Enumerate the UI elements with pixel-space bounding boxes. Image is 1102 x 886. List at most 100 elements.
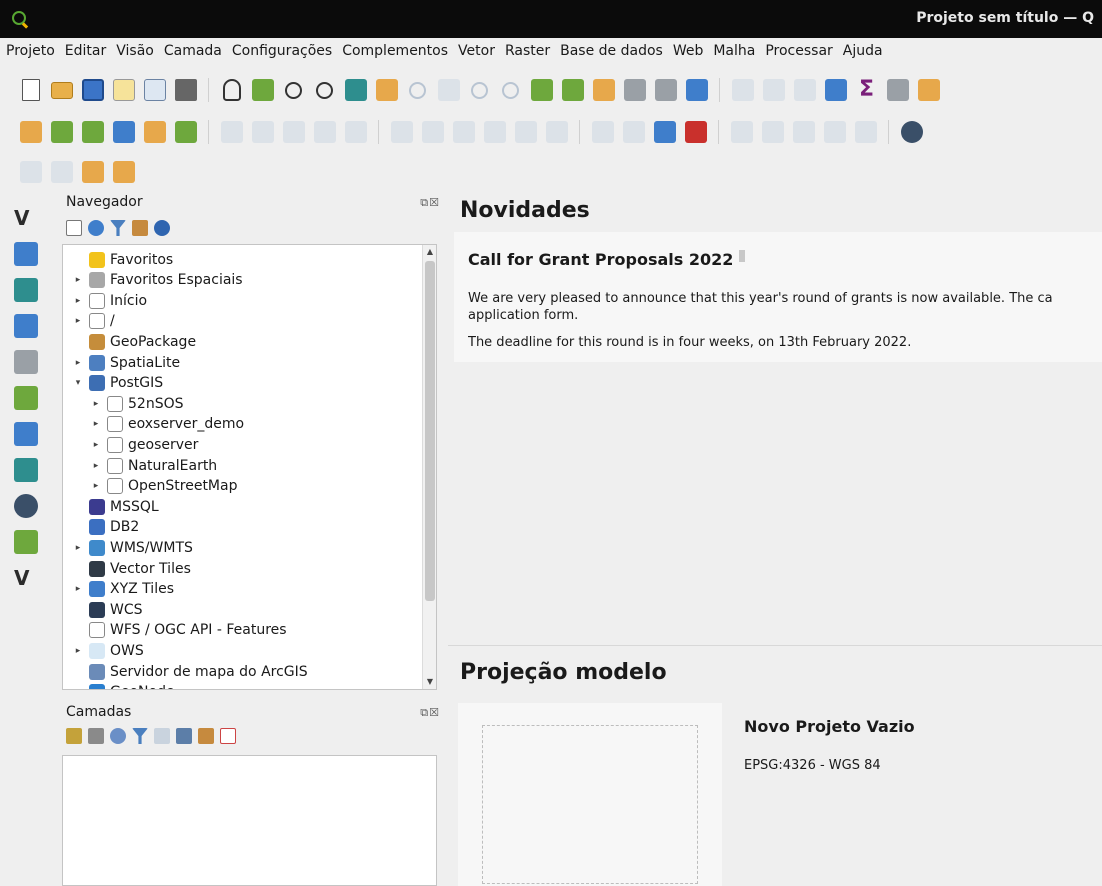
save-edits-button[interactable] [281,120,306,145]
zoom-native-button[interactable] [436,78,461,103]
menu-camada[interactable]: Camada [164,43,222,59]
bookmark-button[interactable] [591,78,616,103]
browser-item[interactable]: ▾ PostGIS [71,373,163,394]
browser-item[interactable]: ▸ geoserver [89,434,198,455]
menu-editar[interactable]: Editar [65,43,106,59]
show-bookmarks-button[interactable] [622,78,647,103]
menu-complementos[interactable]: Complementos [342,43,448,59]
menu-web[interactable]: Web [673,43,704,59]
browser-item[interactable]: Vector Tiles [71,558,191,579]
select-value-button[interactable] [49,160,74,185]
add-wms-button[interactable] [14,458,42,488]
browser-item[interactable]: ▸ OWS [71,640,144,661]
new-map-view-button[interactable] [529,78,554,103]
zoom-last-button[interactable] [467,78,492,103]
add-raster-layer-button[interactable] [14,242,42,272]
new-project-button[interactable] [18,78,43,103]
menu-vetor[interactable]: Vetor [458,43,495,59]
template-card[interactable] [458,703,722,886]
pan-hand-button[interactable] [219,78,244,103]
add-selected-layers-icon[interactable] [66,220,82,236]
new-virtual-layer-button[interactable] [173,120,198,145]
sigma-button[interactable]: Σ [854,78,879,103]
browser-item[interactable]: ▸ Início [71,290,147,311]
expand-arrow-icon[interactable]: ▸ [71,275,85,285]
browser-item[interactable]: ▸ eoxserver_demo [89,414,244,435]
label-show-hide-button[interactable] [822,120,847,145]
toggle-editing-button[interactable] [250,120,275,145]
layers-tree[interactable] [62,755,437,886]
zoom-next-button[interactable] [498,78,523,103]
copy-features-button[interactable] [451,120,476,145]
browser-item[interactable]: WCS [71,599,143,620]
cut-features-button[interactable] [420,120,445,145]
scroll-down-arrow-icon[interactable]: ▼ [423,675,436,689]
filter-legend-icon[interactable] [132,728,148,744]
expand-arrow-icon[interactable]: ▸ [71,543,85,553]
label-pin-button[interactable] [621,120,646,145]
label-move-button[interactable] [729,120,754,145]
current-edits-button[interactable] [219,120,244,145]
open-project-button[interactable] [49,78,74,103]
new-3d-view-button[interactable] [560,78,585,103]
info-icon[interactable] [154,220,170,236]
statistics-button[interactable] [792,78,817,103]
new-spatialite-layer-button[interactable] [111,120,136,145]
zoom-to-layer-button[interactable] [405,78,430,103]
browser-item[interactable]: ▸ SpatiaLite [71,352,180,373]
delete-selected-button[interactable] [389,120,414,145]
browser-item[interactable]: ▾ GeoNode [71,682,175,689]
layers-float-close-icon[interactable]: ⧉☒ [410,706,440,722]
browser-item[interactable]: ▸ Favoritos Espaciais [71,270,243,291]
add-vector-layer-button[interactable]: V [14,206,42,236]
browser-item[interactable]: DB2 [71,517,139,538]
attribute-table-button[interactable] [761,78,786,103]
menu-configurações[interactable]: Configurações [232,43,332,59]
add-wfs-button[interactable] [14,530,42,560]
identify-button[interactable] [730,78,755,103]
menu-malha[interactable]: Malha [713,43,755,59]
menu-raster[interactable]: Raster [505,43,550,59]
new-temporary-layer-button[interactable] [142,120,167,145]
expand-arrow-icon[interactable]: ▸ [71,646,85,656]
menu-ajuda[interactable]: Ajuda [843,43,883,59]
refresh-icon[interactable] [88,220,104,236]
menu-projeto[interactable]: Projeto [6,43,55,59]
digitize-button[interactable] [312,120,337,145]
news-card[interactable]: Call for Grant Proposals 2022 We are ver… [454,232,1102,362]
redo-button[interactable] [544,120,569,145]
scroll-thumb[interactable] [425,261,435,601]
add-group-icon[interactable] [88,728,104,744]
remove-layer-icon[interactable] [220,728,236,744]
layout-manager-button[interactable] [142,78,167,103]
expand-arrow-icon[interactable]: ▸ [89,461,103,471]
expand-arrow-icon[interactable]: ▸ [89,419,103,429]
annotation-button[interactable] [916,78,941,103]
paste-features-button[interactable] [482,120,507,145]
zoom-full-button[interactable] [343,78,368,103]
label-rotate-button[interactable] [760,120,785,145]
settings-gear-button[interactable] [823,78,848,103]
expand-arrow-icon[interactable]: ▸ [71,584,85,594]
panel-float-close-icon[interactable]: ⧉☒ [410,196,440,212]
expand-arrow-icon[interactable]: ▸ [71,316,85,326]
select-feature-button[interactable] [18,160,43,185]
browser-item[interactable]: ▸ XYZ Tiles [71,579,174,600]
style-manager-button[interactable] [173,78,198,103]
zoom-to-selection-button[interactable] [374,78,399,103]
add-delimited-text-button[interactable] [14,314,42,344]
menu-visão[interactable]: Visão [116,43,154,59]
browser-tree[interactable]: ▾ GeoNode Servidor de mapa do ArcGIS ▸ OWS WF… [62,244,437,690]
add-geopackage-button[interactable] [14,386,42,416]
undo-button[interactable] [513,120,538,145]
collapse-arrow-icon[interactable]: ▾ [71,687,85,689]
add-virtual-layer-button[interactable]: V [14,566,42,596]
filter-icon[interactable] [110,220,126,236]
label-change-button[interactable] [791,120,816,145]
browser-item[interactable]: ▸ NaturalEarth [89,455,217,476]
expand-all-icon[interactable] [176,728,192,744]
label-tool-button[interactable] [590,120,615,145]
expand-arrow-icon[interactable]: ▸ [89,440,103,450]
refresh-button[interactable] [684,78,709,103]
browser-item[interactable]: GeoPackage [71,331,196,352]
